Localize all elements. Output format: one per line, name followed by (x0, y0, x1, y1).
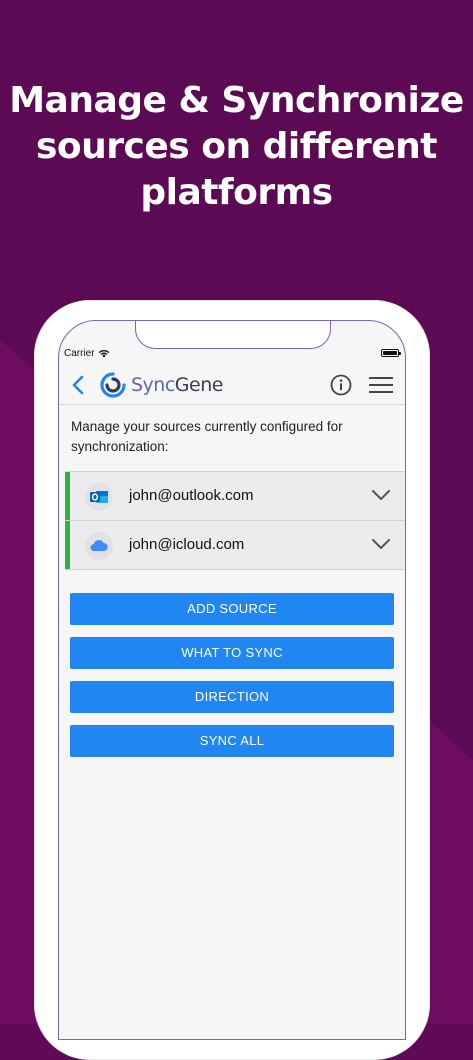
menu-button[interactable] (369, 374, 393, 396)
logo-text-gene: Gene (174, 374, 224, 396)
status-bar: Carrier (59, 345, 405, 365)
chevron-down-icon (372, 490, 390, 500)
expand-button[interactable] (371, 488, 391, 502)
source-item-outlook[interactable]: john@outlook.com (65, 471, 405, 520)
add-source-button[interactable]: ADD SOURCE (70, 593, 394, 625)
source-email: john@outlook.com (129, 487, 254, 504)
back-button[interactable] (69, 373, 87, 397)
headline-line-3: platforms (140, 172, 333, 213)
intro-text: Manage your sources currently configured… (71, 419, 343, 454)
phone-screen: Carrier SyncGene Manage your sources cur… (58, 320, 406, 1040)
logo-wordmark: SyncGene (131, 374, 223, 396)
expand-button[interactable] (371, 537, 391, 551)
action-buttons: ADD SOURCE WHAT TO SYNC DIRECTION SYNC A… (70, 593, 394, 769)
syncgene-logo-icon (100, 372, 126, 398)
source-item-icloud[interactable]: john@icloud.com (65, 520, 405, 570)
carrier-label: Carrier (64, 348, 95, 359)
source-email: john@icloud.com (129, 536, 245, 553)
app-header: SyncGene (59, 365, 405, 405)
headline-line-2: sources on different (35, 126, 438, 167)
syncgene-logo: SyncGene (99, 369, 223, 401)
logo-text-sync: Sync (131, 374, 175, 396)
hamburger-menu-icon (369, 377, 393, 393)
outlook-icon (85, 483, 113, 511)
headline-line-1: Manage & Synchronize (9, 80, 464, 121)
chevron-left-icon (72, 375, 84, 395)
sync-all-button[interactable]: SYNC ALL (70, 725, 394, 757)
carrier-indicator: Carrier (64, 348, 110, 359)
direction-button[interactable]: DIRECTION (70, 681, 394, 713)
source-list: john@outlook.com john@icloud.com (65, 471, 405, 570)
info-button[interactable] (329, 373, 353, 397)
chevron-down-icon (372, 539, 390, 549)
source-status-indicator (65, 521, 70, 569)
battery-icon (381, 349, 401, 357)
headline: Manage & Synchronize sources on differen… (0, 78, 473, 216)
what-to-sync-button[interactable]: WHAT TO SYNC (70, 637, 394, 669)
icloud-icon (85, 532, 113, 560)
wifi-icon (98, 350, 109, 358)
source-status-indicator (65, 472, 70, 520)
info-icon (330, 374, 352, 396)
